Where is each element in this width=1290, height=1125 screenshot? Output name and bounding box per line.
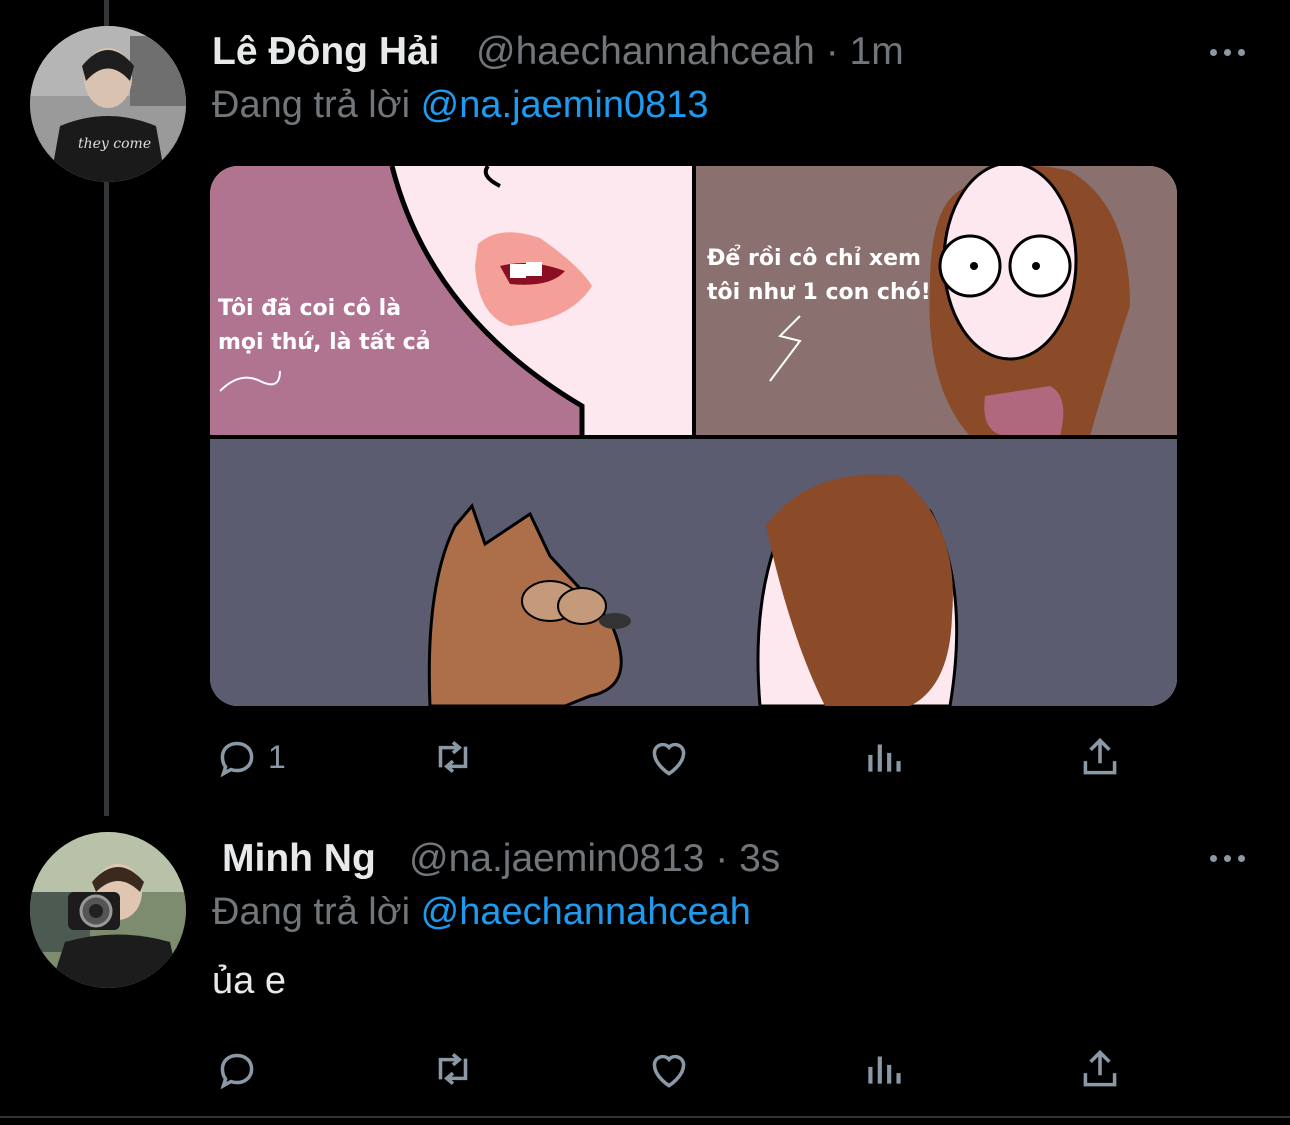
- share-icon: [1083, 737, 1117, 775]
- comic-caption-right: Để rồi cô chỉ xem tôi như 1 con chó!: [707, 246, 931, 305]
- share-button[interactable]: [1075, 732, 1125, 782]
- share-icon: [1083, 1049, 1117, 1087]
- avatar-photo: they come: [30, 26, 186, 182]
- retweet-button[interactable]: [428, 732, 478, 782]
- comic-caption-left: Tôi đã coi cô là mọi thứ, là tất cả: [218, 296, 431, 355]
- reply-icon: [220, 1053, 254, 1090]
- more-icon[interactable]: [1208, 42, 1248, 62]
- timestamp[interactable]: · 1m: [826, 30, 904, 73]
- like-button[interactable]: [644, 1044, 694, 1094]
- avatar-photo: [30, 832, 186, 988]
- divider: [0, 1116, 1290, 1118]
- replying-to: Đang trả lời @haechannahceah: [212, 891, 751, 934]
- reply-button[interactable]: [212, 1044, 268, 1094]
- analytics-icon: [868, 1056, 901, 1084]
- replying-label: Đang trả lời: [212, 84, 411, 126]
- like-button[interactable]: [644, 732, 694, 782]
- reply-icon: [220, 741, 254, 778]
- replying-to: Đang trả lời @na.jaemin0813: [212, 84, 709, 127]
- handle[interactable]: @haechannahceah: [476, 30, 815, 73]
- reply-button[interactable]: 1: [212, 732, 286, 782]
- replying-label: Đang trả lời: [212, 891, 411, 933]
- like-icon: [652, 742, 686, 776]
- handle[interactable]: @na.jaemin0813: [409, 837, 704, 880]
- display-name[interactable]: Lê Đông Hải: [212, 30, 440, 74]
- svg-text:they come: they come: [78, 136, 151, 152]
- avatar[interactable]: they come: [30, 26, 186, 182]
- like-icon: [652, 1054, 686, 1088]
- comic-illustration: [210, 166, 1177, 706]
- handle-and-time[interactable]: @haechannahceah · 1m: [476, 30, 904, 74]
- reply-count: 1: [268, 738, 286, 775]
- more-icon[interactable]: [1208, 848, 1248, 868]
- retweet-icon: [438, 741, 468, 773]
- share-button[interactable]: [1075, 1044, 1125, 1094]
- mention-link[interactable]: @haechannahceah: [421, 891, 751, 933]
- timestamp[interactable]: · 3s: [715, 837, 780, 880]
- mention-link[interactable]: @na.jaemin0813: [421, 84, 709, 126]
- handle-and-time[interactable]: @na.jaemin0813 · 3s: [409, 837, 780, 881]
- tweet-text: ủa e: [212, 960, 286, 1002]
- display-name[interactable]: Minh Ng: [222, 837, 376, 881]
- comic-image[interactable]: Tôi đã coi cô là mọi thứ, là tất cả Để r…: [210, 166, 1177, 706]
- avatar[interactable]: [30, 832, 186, 988]
- analytics-button[interactable]: [860, 1044, 910, 1094]
- retweet-icon: [438, 1053, 468, 1085]
- analytics-button[interactable]: [860, 732, 910, 782]
- retweet-button[interactable]: [428, 1044, 478, 1094]
- analytics-icon: [868, 744, 901, 772]
